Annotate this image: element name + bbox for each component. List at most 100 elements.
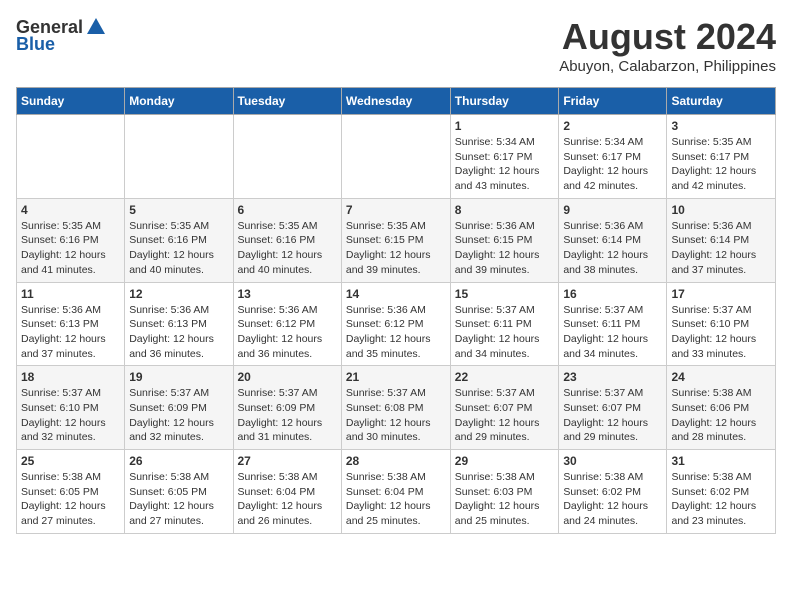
day-info: Sunrise: 5:36 AM Sunset: 6:13 PM Dayligh…: [21, 303, 120, 362]
day-info: Sunrise: 5:36 AM Sunset: 6:13 PM Dayligh…: [129, 303, 228, 362]
day-number: 15: [455, 287, 555, 301]
day-info: Sunrise: 5:37 AM Sunset: 6:07 PM Dayligh…: [563, 386, 662, 445]
day-info: Sunrise: 5:36 AM Sunset: 6:12 PM Dayligh…: [346, 303, 446, 362]
day-number: 24: [671, 370, 771, 384]
calendar-cell: 4 Sunrise: 5:35 AM Sunset: 6:16 PM Daylig…: [17, 198, 125, 282]
calendar-cell: 26Sunrise: 5:38 AM Sunset: 6:05 PM Dayli…: [125, 450, 233, 534]
calendar-cell: 3 Sunrise: 5:35 AM Sunset: 6:17 PM Daylig…: [667, 115, 776, 199]
day-info: Sunrise: 5:37 AM Sunset: 6:10 PM Dayligh…: [21, 386, 120, 445]
calendar-cell: 30Sunrise: 5:38 AM Sunset: 6:02 PM Dayli…: [559, 450, 667, 534]
calendar-week-row: 1 Sunrise: 5:34 AM Sunset: 6:17 PM Daylig…: [17, 115, 776, 199]
day-number: 13: [238, 287, 337, 301]
day-number: 3: [671, 119, 771, 133]
calendar-cell: 15 Sunrise: 5:37 AM Sunset: 6:11 PM Dayli…: [450, 282, 559, 366]
day-info: Sunrise: 5:35 AM Sunset: 6:16 PM Dayligh…: [129, 219, 228, 278]
day-number: 25: [21, 454, 120, 468]
calendar-cell: 14 Sunrise: 5:36 AM Sunset: 6:12 PM Dayli…: [341, 282, 450, 366]
day-info: Sunrise: 5:36 AM Sunset: 6:14 PM Dayligh…: [563, 219, 662, 278]
day-info: Sunrise: 5:37 AM Sunset: 6:09 PM Dayligh…: [238, 386, 337, 445]
day-number: 9: [563, 203, 662, 217]
day-number: 11: [21, 287, 120, 301]
calendar-cell: [341, 115, 450, 199]
calendar-week-row: 25 Sunrise: 5:38 AM Sunset: 6:05 PM Dayli…: [17, 450, 776, 534]
day-info: Sunrise: 5:34 AM Sunset: 6:17 PM Dayligh…: [563, 135, 662, 194]
day-number: 29: [455, 454, 555, 468]
day-number: 10: [671, 203, 771, 217]
calendar-cell: 7Sunrise: 5:35 AM Sunset: 6:15 PM Daylig…: [341, 198, 450, 282]
day-info: Sunrise: 5:38 AM Sunset: 6:03 PM Dayligh…: [455, 470, 555, 529]
day-number: 5: [129, 203, 228, 217]
day-info: Sunrise: 5:36 AM Sunset: 6:14 PM Dayligh…: [671, 219, 771, 278]
logo: General Blue: [16, 16, 107, 55]
day-number: 4: [21, 203, 120, 217]
calendar-cell: 24 Sunrise: 5:38 AM Sunset: 6:06 PM Dayli…: [667, 366, 776, 450]
day-info: Sunrise: 5:38 AM Sunset: 6:06 PM Dayligh…: [671, 386, 771, 445]
calendar-cell: 29 Sunrise: 5:38 AM Sunset: 6:03 PM Dayli…: [450, 450, 559, 534]
day-number: 1: [455, 119, 555, 133]
day-info: Sunrise: 5:37 AM Sunset: 6:11 PM Dayligh…: [455, 303, 555, 362]
day-number: 19: [129, 370, 228, 384]
logo-blue-text: Blue: [16, 34, 55, 55]
calendar-cell: 25 Sunrise: 5:38 AM Sunset: 6:05 PM Dayli…: [17, 450, 125, 534]
logo-icon: [85, 16, 107, 38]
calendar-cell: 27Sunrise: 5:38 AM Sunset: 6:04 PM Dayli…: [233, 450, 341, 534]
day-info: Sunrise: 5:37 AM Sunset: 6:11 PM Dayligh…: [563, 303, 662, 362]
day-info: Sunrise: 5:37 AM Sunset: 6:10 PM Dayligh…: [671, 303, 771, 362]
day-info: Sunrise: 5:38 AM Sunset: 6:05 PM Dayligh…: [129, 470, 228, 529]
calendar-header-friday: Friday: [559, 88, 667, 115]
calendar-cell: 20 Sunrise: 5:37 AM Sunset: 6:09 PM Dayli…: [233, 366, 341, 450]
calendar-cell: 19 Sunrise: 5:37 AM Sunset: 6:09 PM Dayli…: [125, 366, 233, 450]
day-number: 7: [346, 203, 446, 217]
calendar-week-row: 11 Sunrise: 5:36 AM Sunset: 6:13 PM Dayli…: [17, 282, 776, 366]
calendar-cell: 31Sunrise: 5:38 AM Sunset: 6:02 PM Dayli…: [667, 450, 776, 534]
day-info: Sunrise: 5:36 AM Sunset: 6:12 PM Dayligh…: [238, 303, 337, 362]
calendar-cell: [233, 115, 341, 199]
calendar-cell: 9 Sunrise: 5:36 AM Sunset: 6:14 PM Daylig…: [559, 198, 667, 282]
calendar-week-row: 4 Sunrise: 5:35 AM Sunset: 6:16 PM Daylig…: [17, 198, 776, 282]
calendar-cell: 10 Sunrise: 5:36 AM Sunset: 6:14 PM Dayli…: [667, 198, 776, 282]
calendar-cell: 16 Sunrise: 5:37 AM Sunset: 6:11 PM Dayli…: [559, 282, 667, 366]
calendar-cell: 5 Sunrise: 5:35 AM Sunset: 6:16 PM Daylig…: [125, 198, 233, 282]
day-number: 16: [563, 287, 662, 301]
calendar-cell: 18Sunrise: 5:37 AM Sunset: 6:10 PM Dayli…: [17, 366, 125, 450]
calendar-cell: 22 Sunrise: 5:37 AM Sunset: 6:07 PM Dayli…: [450, 366, 559, 450]
location-subtitle: Abuyon, Calabarzon, Philippines: [559, 58, 776, 75]
day-number: 20: [238, 370, 337, 384]
day-info: Sunrise: 5:38 AM Sunset: 6:02 PM Dayligh…: [671, 470, 771, 529]
day-info: Sunrise: 5:35 AM Sunset: 6:16 PM Dayligh…: [21, 219, 120, 278]
day-info: Sunrise: 5:38 AM Sunset: 6:05 PM Dayligh…: [21, 470, 120, 529]
day-number: 8: [455, 203, 555, 217]
day-info: Sunrise: 5:37 AM Sunset: 6:07 PM Dayligh…: [455, 386, 555, 445]
day-number: 23: [563, 370, 662, 384]
day-info: Sunrise: 5:38 AM Sunset: 6:04 PM Dayligh…: [238, 470, 337, 529]
calendar-header-thursday: Thursday: [450, 88, 559, 115]
calendar-header-saturday: Saturday: [667, 88, 776, 115]
day-info: Sunrise: 5:38 AM Sunset: 6:04 PM Dayligh…: [346, 470, 446, 529]
calendar-week-row: 18Sunrise: 5:37 AM Sunset: 6:10 PM Dayli…: [17, 366, 776, 450]
calendar-cell: 13 Sunrise: 5:36 AM Sunset: 6:12 PM Dayli…: [233, 282, 341, 366]
calendar-cell: 11 Sunrise: 5:36 AM Sunset: 6:13 PM Dayli…: [17, 282, 125, 366]
day-info: Sunrise: 5:35 AM Sunset: 6:17 PM Dayligh…: [671, 135, 771, 194]
day-info: Sunrise: 5:37 AM Sunset: 6:08 PM Dayligh…: [346, 386, 446, 445]
day-info: Sunrise: 5:37 AM Sunset: 6:09 PM Dayligh…: [129, 386, 228, 445]
day-info: Sunrise: 5:34 AM Sunset: 6:17 PM Dayligh…: [455, 135, 555, 194]
calendar-cell: 6 Sunrise: 5:35 AM Sunset: 6:16 PM Daylig…: [233, 198, 341, 282]
calendar-table: SundayMondayTuesdayWednesdayThursdayFrid…: [16, 87, 776, 534]
calendar-header-row: SundayMondayTuesdayWednesdayThursdayFrid…: [17, 88, 776, 115]
calendar-header-sunday: Sunday: [17, 88, 125, 115]
calendar-header-tuesday: Tuesday: [233, 88, 341, 115]
title-section: August 2024 Abuyon, Calabarzon, Philippi…: [559, 16, 776, 75]
day-number: 17: [671, 287, 771, 301]
calendar-cell: 28Sunrise: 5:38 AM Sunset: 6:04 PM Dayli…: [341, 450, 450, 534]
day-number: 6: [238, 203, 337, 217]
calendar-cell: 21Sunrise: 5:37 AM Sunset: 6:08 PM Dayli…: [341, 366, 450, 450]
day-info: Sunrise: 5:35 AM Sunset: 6:16 PM Dayligh…: [238, 219, 337, 278]
month-year-title: August 2024: [559, 16, 776, 58]
calendar-cell: [17, 115, 125, 199]
calendar-header-monday: Monday: [125, 88, 233, 115]
calendar-cell: 23 Sunrise: 5:37 AM Sunset: 6:07 PM Dayli…: [559, 366, 667, 450]
day-number: 2: [563, 119, 662, 133]
day-info: Sunrise: 5:36 AM Sunset: 6:15 PM Dayligh…: [455, 219, 555, 278]
day-number: 14: [346, 287, 446, 301]
day-number: 22: [455, 370, 555, 384]
